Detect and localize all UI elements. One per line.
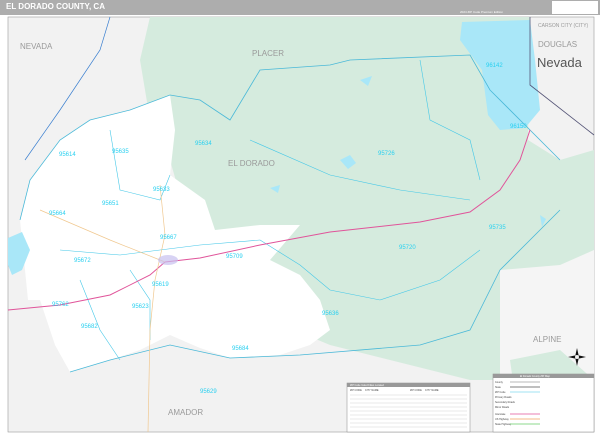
zip-label: 95684 <box>232 346 249 352</box>
zip-label: 96142 <box>486 63 503 69</box>
county-label-placer: PLACER <box>252 49 284 58</box>
map-header: EL DORADO COUNTY, CA 2024 ZIP Code Premi… <box>0 0 600 15</box>
zip-label: 95735 <box>489 225 506 231</box>
zip-label: 95619 <box>152 282 169 288</box>
svg-text:ZIP Code: ZIP Code <box>495 391 506 394</box>
edition-label: 2024 ZIP Code Premium Edition <box>460 10 503 14</box>
zip-label: 95651 <box>102 201 119 207</box>
zip-table-header: CITY NAME <box>425 389 439 392</box>
zip-label: 95633 <box>153 187 170 193</box>
zip-label: 95762 <box>52 302 69 308</box>
zip-label: 95634 <box>195 141 212 147</box>
county-label-amador: AMADOR <box>168 408 203 417</box>
zip-label: 96150 <box>510 124 527 130</box>
svg-text:Minor Roads: Minor Roads <box>495 406 510 409</box>
svg-text:County: County <box>495 381 504 384</box>
county-label-alpine: ALPINE <box>533 335 561 344</box>
zip-table-header: CITY NAME <box>365 389 379 392</box>
map-legend: El Dorado County ZIP Map County State ZI… <box>492 373 595 433</box>
zip-label: 95672 <box>74 258 91 264</box>
zip-label: 95635 <box>112 149 129 155</box>
county-label-douglas: DOUGLAS <box>538 40 577 49</box>
zip-index-table: ZIP Code Index/Cities Located ZIP CODE C… <box>346 382 471 433</box>
svg-text:State: State <box>495 386 501 389</box>
svg-text:Interstate: Interstate <box>495 413 506 416</box>
zip-table-title: ZIP Code Index/Cities Located <box>350 384 384 387</box>
legend-title: El Dorado County ZIP Map <box>520 375 550 378</box>
map-title: EL DORADO COUNTY, CA <box>6 2 105 11</box>
zip-label: 95664 <box>49 211 66 217</box>
zip-label: 95726 <box>378 151 395 157</box>
map-canvas[interactable]: NEVADA PLACER EL DORADO AMADOR ALPINE DO… <box>0 15 600 435</box>
county-label-nevada: NEVADA <box>20 42 53 51</box>
publisher-logo <box>552 1 598 14</box>
zip-label: 95614 <box>59 152 76 158</box>
zip-label: 95629 <box>200 389 217 395</box>
svg-text:State Highway: State Highway <box>495 423 512 426</box>
zip-label: 95709 <box>226 254 243 260</box>
county-label-el-dorado: EL DORADO <box>228 159 275 168</box>
svg-text:Primary Roads: Primary Roads <box>495 396 512 399</box>
zip-label: 95636 <box>322 311 339 317</box>
zip-label: 95720 <box>399 245 416 251</box>
svg-text:US Highway: US Highway <box>495 418 510 421</box>
state-label-nevada: Nevada <box>537 55 583 70</box>
zip-label: 95623 <box>132 304 149 310</box>
svg-text:Secondary Roads: Secondary Roads <box>495 401 516 404</box>
zip-table-header: ZIP CODE <box>350 389 362 392</box>
zip-table-header: ZIP CODE <box>410 389 422 392</box>
zip-label: 95667 <box>160 235 177 241</box>
county-label-carson-city: CARSON CITY (CITY) <box>538 23 589 29</box>
zip-label: 95682 <box>81 324 98 330</box>
